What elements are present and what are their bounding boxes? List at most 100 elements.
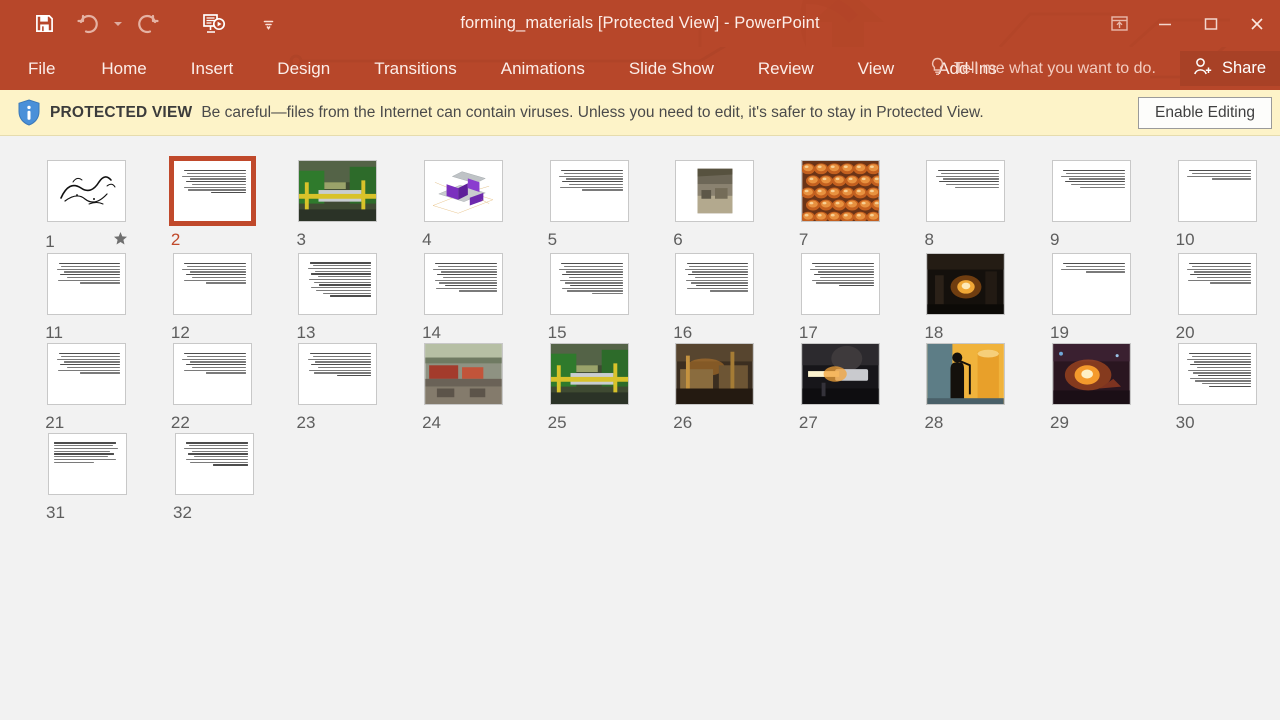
slide-thumb-frame[interactable]: ‏: [171, 341, 254, 407]
tab-transitions[interactable]: Transitions: [352, 47, 479, 90]
slide-preview[interactable]: ‏: [1177, 160, 1257, 222]
close-button[interactable]: [1234, 0, 1280, 47]
slide-preview[interactable]: [48, 433, 127, 495]
slide-thumb-frame[interactable]: ‏: [1050, 158, 1133, 224]
tab-view[interactable]: View: [836, 47, 917, 90]
slide-thumbnail-29[interactable]: 29: [1029, 341, 1155, 431]
slide-thumb-frame[interactable]: ‏: [1176, 158, 1259, 224]
slide-thumbnail-9[interactable]: ‏ 9: [1029, 158, 1155, 251]
slide-thumb-frame[interactable]: ‏: [168, 156, 256, 226]
ribbon-options-icon[interactable]: [1096, 0, 1142, 47]
slide-thumb-frame[interactable]: ‏: [548, 251, 631, 317]
slide-preview[interactable]: [298, 160, 378, 222]
slide-thumbnail-5[interactable]: ‏ 5: [526, 158, 652, 251]
slide-preview[interactable]: [424, 160, 504, 222]
slide-preview[interactable]: ‏: [47, 343, 127, 405]
slide-thumb-frame[interactable]: ‏: [548, 158, 631, 224]
slide-thumb-frame[interactable]: [673, 341, 756, 407]
slide-preview[interactable]: ‏: [926, 160, 1006, 222]
slide-preview[interactable]: ‏: [800, 253, 880, 315]
slide-thumb-frame[interactable]: [799, 158, 882, 224]
quick-access-toolbar[interactable]: [0, 0, 276, 47]
slide-preview[interactable]: [800, 343, 880, 405]
slide-thumb-frame[interactable]: ‏: [296, 341, 379, 407]
star-animation-icon[interactable]: [113, 231, 128, 251]
slide-thumbnail-4[interactable]: 4: [401, 158, 527, 251]
slide-preview[interactable]: [926, 343, 1006, 405]
slide-thumbnail-3[interactable]: 3: [275, 158, 401, 251]
slide-preview[interactable]: ‏: [172, 343, 252, 405]
slide-thumbnail-23[interactable]: ‏ 23: [275, 341, 401, 431]
window-controls[interactable]: [1096, 0, 1280, 47]
customize-qat-button[interactable]: [260, 4, 276, 44]
slide-thumbnail-15[interactable]: ‏ 15: [526, 251, 652, 341]
slide-thumb-frame[interactable]: ‏: [45, 341, 128, 407]
slide-preview[interactable]: [675, 343, 755, 405]
tab-slide-show[interactable]: Slide Show: [607, 47, 736, 90]
slide-thumb-frame[interactable]: [924, 341, 1007, 407]
slide-thumb-frame[interactable]: [422, 341, 505, 407]
slide-preview[interactable]: ‏: [549, 253, 629, 315]
slide-preview[interactable]: [47, 160, 127, 222]
slide-preview[interactable]: [175, 433, 254, 495]
slide-thumbnail-10[interactable]: ‏ 10: [1154, 158, 1280, 251]
slide-preview[interactable]: ‏: [47, 253, 127, 315]
slide-preview[interactable]: ‏: [1052, 253, 1132, 315]
slide-thumb-frame[interactable]: ‏: [1050, 251, 1133, 317]
slide-thumb-frame[interactable]: [46, 431, 129, 497]
slide-thumb-frame[interactable]: [548, 341, 631, 407]
tab-insert[interactable]: Insert: [169, 47, 256, 90]
slide-preview[interactable]: ‏: [1177, 253, 1257, 315]
slide-thumbnail-30[interactable]: ‏ 30: [1154, 341, 1280, 431]
slide-thumbnail-11[interactable]: ‏ 11: [24, 251, 150, 341]
slide-preview[interactable]: [424, 343, 504, 405]
slide-thumbnail-12[interactable]: ‏ 12: [150, 251, 276, 341]
slide-thumbnail-8[interactable]: ‏ 8: [903, 158, 1029, 251]
slide-preview[interactable]: ‏: [172, 253, 252, 315]
slide-thumb-frame[interactable]: [1050, 341, 1133, 407]
slide-thumbnail-6[interactable]: 6: [652, 158, 778, 251]
slide-thumbnail-20[interactable]: ‏ 20: [1154, 251, 1280, 341]
slide-thumb-frame[interactable]: [45, 158, 128, 224]
tab-home[interactable]: Home: [79, 47, 168, 90]
slide-thumb-frame[interactable]: [173, 431, 256, 497]
slide-thumb-frame[interactable]: ‏: [1176, 341, 1259, 407]
slide-thumb-frame[interactable]: ‏: [1176, 251, 1259, 317]
slide-preview[interactable]: [800, 160, 880, 222]
slide-preview[interactable]: [298, 253, 378, 315]
slide-thumbnail-14[interactable]: ‏ 14: [401, 251, 527, 341]
undo-button[interactable]: [66, 4, 110, 44]
slide-preview[interactable]: [926, 253, 1006, 315]
slide-sorter-pane[interactable]: 1 ‏ 2: [0, 136, 1280, 717]
slide-thumbnail-25[interactable]: 25: [526, 341, 652, 431]
restore-button[interactable]: [1188, 0, 1234, 47]
slide-thumbnail-31[interactable]: 31: [24, 431, 151, 521]
slide-preview[interactable]: [675, 160, 755, 222]
slide-thumbnail-16[interactable]: ‏ 16: [652, 251, 778, 341]
slide-preview[interactable]: ‏: [424, 253, 504, 315]
slide-thumbnail-2[interactable]: ‏ 2: [150, 156, 276, 251]
slide-preview[interactable]: ‏: [1177, 343, 1257, 405]
enable-editing-button[interactable]: Enable Editing: [1138, 96, 1272, 129]
minimize-button[interactable]: [1142, 0, 1188, 47]
slide-thumbnail-19[interactable]: ‏ 19: [1029, 251, 1155, 341]
save-button[interactable]: [22, 4, 66, 44]
slide-thumb-frame[interactable]: [673, 158, 756, 224]
slide-preview[interactable]: ‏: [168, 156, 256, 226]
redo-button[interactable]: [126, 4, 170, 44]
ribbon-tabs[interactable]: File Home Insert Design Transitions Anim…: [0, 47, 1019, 90]
slide-thumb-frame[interactable]: ‏: [924, 158, 1007, 224]
slide-thumb-frame[interactable]: [799, 341, 882, 407]
slide-thumb-frame[interactable]: ‏: [799, 251, 882, 317]
start-presentation-button[interactable]: [192, 4, 236, 44]
slide-thumbnail-17[interactable]: ‏ 17: [778, 251, 904, 341]
tell-me-search[interactable]: Tell me what you want to do.: [930, 47, 1156, 90]
tab-file[interactable]: File: [0, 47, 79, 90]
slide-thumbnail-27[interactable]: 27: [778, 341, 904, 431]
slide-preview[interactable]: ‏: [298, 343, 378, 405]
slide-preview[interactable]: ‏: [549, 160, 629, 222]
slide-thumb-frame[interactable]: ‏: [422, 251, 505, 317]
slide-preview[interactable]: [1052, 343, 1132, 405]
tab-animations[interactable]: Animations: [479, 47, 607, 90]
slide-thumbnail-26[interactable]: 26: [652, 341, 778, 431]
